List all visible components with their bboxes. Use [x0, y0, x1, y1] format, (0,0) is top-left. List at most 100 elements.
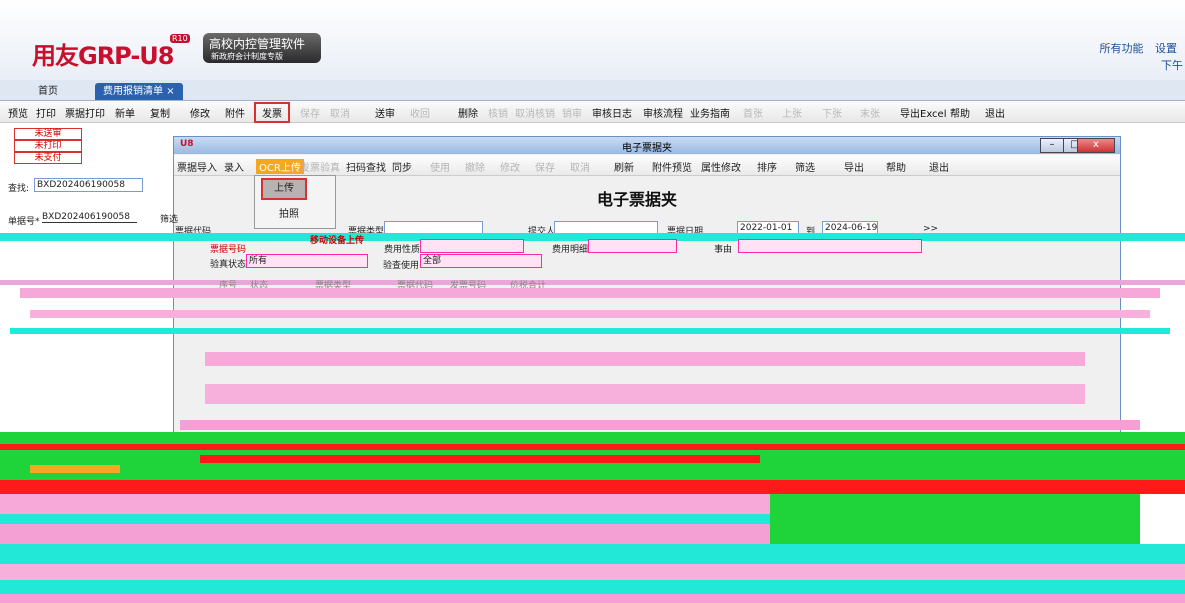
filter-unsubmitted[interactable]: 未送审 — [14, 128, 82, 140]
use-button[interactable]: 使用 — [430, 159, 450, 174]
reason-label: 事由 — [714, 245, 733, 255]
verify-usage-label: 验查使用 — [383, 261, 420, 271]
writeoff-button[interactable]: 核销 — [488, 105, 508, 120]
preview-button[interactable]: 预览 — [8, 105, 28, 120]
print-button[interactable]: 打印 — [36, 105, 56, 120]
tab-expense-list[interactable]: 费用报销清单 × — [95, 83, 183, 100]
invoice-button[interactable]: 发票 — [254, 102, 290, 123]
time-of-day-label: 下午 — [1161, 59, 1183, 72]
app-header: 用友GRP-U8 R10 高校内控管理软件 新政府会计制度专版 所有功能 设置 … — [0, 0, 1185, 80]
business-guide-button[interactable]: 业务指南 — [690, 105, 730, 120]
refresh-button[interactable]: 刷新 — [614, 159, 634, 174]
glitch-band — [0, 594, 1185, 603]
glitch-band — [0, 514, 770, 524]
product-subtitle: 新政府会计制度专版 — [211, 52, 283, 61]
settings-link[interactable]: 设置 — [1155, 42, 1177, 55]
menu-photo[interactable]: 拍照 — [249, 204, 329, 226]
filter-unprinted[interactable]: 未打印 — [14, 140, 82, 152]
audit-flow-button[interactable]: 审核流程 — [643, 105, 683, 120]
verify-usage-select[interactable]: 全部 — [420, 254, 542, 268]
product-banner: 高校内控管理软件 新政府会计制度专版 — [203, 33, 321, 63]
filter-button[interactable]: 筛选 — [795, 159, 815, 174]
expense-detail-input[interactable] — [588, 239, 677, 253]
bill-print-button[interactable]: 票据打印 — [65, 105, 105, 120]
audit-log-button[interactable]: 审核日志 — [592, 105, 632, 120]
withdraw-button[interactable]: 收回 — [410, 105, 430, 120]
dlg-cancel-button[interactable]: 取消 — [570, 159, 590, 174]
modify-button[interactable]: 修改 — [500, 159, 520, 174]
dlg-exit-button[interactable]: 退出 — [929, 159, 949, 174]
copy-button[interactable]: 复制 — [150, 105, 170, 120]
glitch-band — [205, 352, 1085, 366]
glitch-band — [0, 280, 1185, 285]
dialog-toolbar: 票据导入 录入 OCR上传 发票验真 扫码查找 同步 使用 撤除 修改 保存 取… — [174, 155, 1120, 176]
verify-invoice-button[interactable]: 发票验真 — [300, 159, 340, 174]
glitch-band — [10, 328, 1170, 334]
verify-status-label: 验真状态 — [210, 260, 247, 270]
edit-button[interactable]: 修改 — [190, 105, 210, 120]
glitch-band — [0, 524, 770, 544]
main-toolbar: 预览 打印 票据打印 新单 复制 修改 附件 发票 保存 取消 送审 收回 删除… — [0, 101, 1185, 123]
tab-home[interactable]: 首页 — [30, 83, 66, 100]
sort-button[interactable]: 排序 — [757, 159, 777, 174]
dialog-titlebar: U8 电子票据夹 – □ x — [174, 137, 1120, 154]
glitch-band — [30, 310, 1150, 318]
minimize-button[interactable]: – — [1040, 138, 1064, 153]
unapprove-button[interactable]: 销审 — [562, 105, 582, 120]
doc-number-label: 单据号* — [8, 217, 40, 227]
glitch-band — [0, 432, 1185, 444]
mobile-upload-link[interactable]: 移动设备上传 — [310, 233, 364, 246]
prev-button[interactable]: 上张 — [782, 105, 802, 120]
expense-nature-input[interactable] — [420, 239, 524, 253]
submit-review-button[interactable]: 送审 — [375, 105, 395, 120]
ocr-dropdown-menu: 上传 拍照 — [254, 175, 336, 229]
help-button[interactable]: 帮助 — [950, 105, 970, 120]
next-button[interactable]: 下张 — [822, 105, 842, 120]
close-icon[interactable]: × — [166, 86, 174, 97]
glitch-band — [180, 420, 1140, 430]
dlg-save-button[interactable]: 保存 — [535, 159, 555, 174]
reason-input[interactable] — [738, 239, 922, 253]
ocr-upload-button[interactable]: OCR上传 — [256, 159, 304, 174]
product-title: 高校内控管理软件 — [209, 37, 306, 51]
close-button[interactable]: x — [1077, 138, 1115, 153]
glitch-band — [30, 465, 120, 473]
find-input[interactable]: BXD202406190058 — [34, 178, 143, 192]
remove-button[interactable]: 撤除 — [465, 159, 485, 174]
last-button[interactable]: 末张 — [860, 105, 880, 120]
exit-button[interactable]: 退出 — [985, 105, 1005, 120]
cancel-button[interactable]: 取消 — [330, 105, 350, 120]
invoice-no-label: 票据号码 — [210, 245, 247, 255]
glitch-band — [205, 384, 1085, 404]
export-button[interactable]: 导出 — [844, 159, 864, 174]
new-doc-button[interactable]: 新单 — [115, 105, 135, 120]
cancel-writeoff-button[interactable]: 取消核销 — [515, 105, 555, 120]
glitch-band — [0, 580, 1185, 594]
logo-badge: R10 — [170, 34, 190, 43]
filter-unpaid[interactable]: 未支付 — [14, 152, 82, 164]
top-links: 所有功能 设置 — [1092, 40, 1178, 56]
export-excel-button[interactable]: 导出Excel — [900, 105, 947, 120]
expense-nature-label: 费用性质 — [384, 245, 421, 255]
dialog-title: 电子票据夹 — [622, 143, 672, 154]
glitch-band — [0, 480, 1185, 494]
attachment-preview-button[interactable]: 附件预览 — [652, 159, 692, 174]
save-button[interactable]: 保存 — [300, 105, 320, 120]
attachment-button[interactable]: 附件 — [225, 105, 245, 120]
sync-button[interactable]: 同步 — [392, 159, 412, 174]
all-functions-link[interactable]: 所有功能 — [1100, 42, 1144, 55]
dlg-help-button[interactable]: 帮助 — [886, 159, 906, 174]
delete-button[interactable]: 删除 — [458, 105, 478, 120]
import-invoice-button[interactable]: 票据导入 — [177, 159, 217, 174]
expense-detail-label: 费用明细 — [552, 245, 589, 255]
attribute-edit-button[interactable]: 属性修改 — [701, 159, 741, 174]
doc-number-value: BXD202406190058 — [42, 212, 137, 223]
first-button[interactable]: 首张 — [743, 105, 763, 120]
glitch-band — [0, 494, 770, 514]
scan-search-button[interactable]: 扫码查找 — [346, 159, 386, 174]
verify-status-select[interactable]: 所有 — [246, 254, 368, 268]
menu-upload[interactable]: 上传 — [261, 178, 307, 200]
glitch-band — [0, 544, 1185, 564]
entry-button[interactable]: 录入 — [224, 159, 244, 174]
tab-label: 费用报销清单 — [103, 86, 163, 97]
